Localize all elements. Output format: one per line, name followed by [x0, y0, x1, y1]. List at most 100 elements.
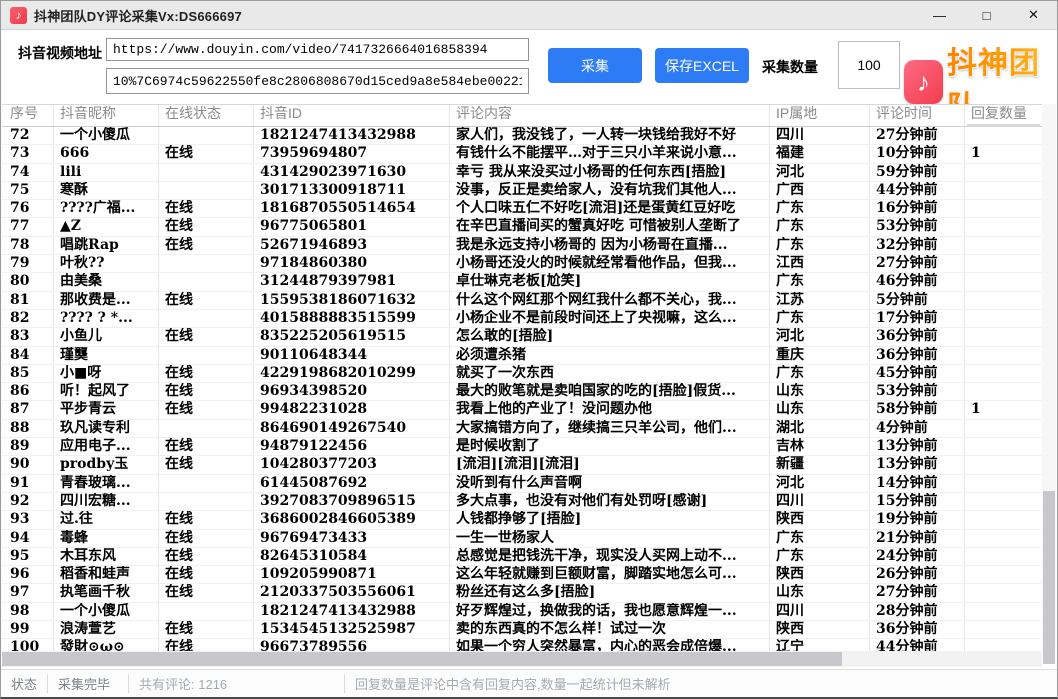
column-header-comment-time[interactable]: 评论时间: [870, 105, 965, 126]
save-excel-button[interactable]: 保存EXCEL: [655, 48, 749, 83]
vertical-scrollbar[interactable]: [1042, 104, 1056, 651]
table-row[interactable]: 73666在线73959694807有钱什么不能摆平…对于三只小羊来说小意...…: [2, 145, 1042, 163]
cell-comment-time: 17分钟前: [870, 310, 965, 327]
cell-index: 83: [2, 328, 54, 345]
cell-online-status: 在线: [159, 511, 254, 528]
cell-reply-count: [965, 603, 1042, 620]
cell-online-status: [159, 164, 254, 181]
cell-reply-count: [965, 511, 1042, 528]
cell-douyin-id: 431429023971630: [254, 164, 450, 181]
cell-comment: 幸亏 我从来没买过小杨哥的任何东西[捂脸]: [450, 164, 770, 181]
cell-index: 78: [2, 237, 54, 254]
cell-online-status: 在线: [159, 145, 254, 162]
cell-index: 97: [2, 584, 54, 601]
minimize-button[interactable]: —: [916, 1, 963, 29]
table-row[interactable]: 100發財⊙ω⊙在线96673789556如果一个穷人突然暴富，内心的恶会成倍爆…: [2, 639, 1042, 651]
cell-comment-time: 10分钟前: [870, 145, 965, 162]
column-header-index[interactable]: 序号: [2, 105, 54, 126]
video-url-label: 抖音视频地址: [18, 43, 102, 63]
horizontal-scrollbar-thumb[interactable]: [2, 652, 842, 666]
cell-nickname: 稻香和蛙声: [54, 566, 159, 583]
table-row[interactable]: 82???? ? *...4015888883515599小杨企业不是前段时间还…: [2, 310, 1042, 328]
table-row[interactable]: 87平步青云在线99482231028我看上他的产业了！没问题办他山东58分钟前…: [2, 401, 1042, 419]
cell-ip-location: 广东: [770, 200, 870, 217]
video-url-input[interactable]: [106, 38, 529, 61]
table-row[interactable]: 95木耳东风在线82645310584总感觉是把钱洗干净，现实没人买网上动不..…: [2, 548, 1042, 566]
cell-comment-time: 13分钟前: [870, 456, 965, 473]
cell-douyin-id: 73959694807: [254, 145, 450, 162]
cell-online-status: [159, 475, 254, 492]
cell-online-status: 在线: [159, 383, 254, 400]
cell-ip-location: 广东: [770, 548, 870, 565]
cell-comment: 卓仕琳克老板[尬笑]: [450, 273, 770, 290]
horizontal-scrollbar[interactable]: [2, 651, 1042, 667]
cell-comment: 没听到有什么声音啊: [450, 475, 770, 492]
table-row[interactable]: 72一个小傻瓜1821247413432988家人们，我没钱了，一人转一块钱给我…: [2, 127, 1042, 145]
column-header-online-status[interactable]: 在线状态: [159, 105, 254, 126]
table-row[interactable]: 84瑾龑90110648344必须遭杀猪重庆36分钟前: [2, 347, 1042, 365]
table-row[interactable]: 86听！起风了在线96934398520最大的败笔就是卖咱国家的吃的[捂脸]假货…: [2, 383, 1042, 401]
cell-nickname: 一个小傻瓜: [54, 127, 159, 144]
app-window: ♪ 抖神团队DY评论采集Vx:DS666697 — □ ✕ 抖音视频地址 采集 …: [0, 0, 1058, 699]
cell-douyin-id: 52671946893: [254, 237, 450, 254]
cell-index: 99: [2, 621, 54, 638]
cell-reply-count: [965, 493, 1042, 510]
table-row[interactable]: 99浪涛萱艺在线1534545132525987卖的东西真的不怎么样！试过一次陕…: [2, 621, 1042, 639]
table-row[interactable]: 98一个小傻瓜1821247413432988好歹辉煌过，换做我的话，我也愿意辉…: [2, 603, 1042, 621]
vertical-scrollbar-thumb[interactable]: [1043, 491, 1055, 664]
table-row[interactable]: 83小鱼儿在线835225205619515怎么敢的[捂脸]河北36分钟前: [2, 328, 1042, 346]
table-row[interactable]: 94毒蜂在线96769473433一生一世杨家人广东21分钟前: [2, 530, 1042, 548]
table-row[interactable]: 89应用电子...在线94879122456是时候收割了吉林13分钟前: [2, 438, 1042, 456]
table-row[interactable]: 90prodby玉在线104280377203[流泪][流泪][流泪]新疆13分…: [2, 456, 1042, 474]
table-row[interactable]: 97执笔画千秋在线2120337503556061粉丝还有这么多[捂脸]山东27…: [2, 584, 1042, 602]
table-row[interactable]: 80由美桑31244879397981卓仕琳克老板[尬笑]广东46分钟前: [2, 273, 1042, 291]
cell-ip-location: 重庆: [770, 347, 870, 364]
cell-douyin-id: 61445087692: [254, 475, 450, 492]
table-row[interactable]: 85小■呀在线4229198682010299就买了一次东西广东45分钟前: [2, 365, 1042, 383]
cell-nickname: 浪涛萱艺: [54, 621, 159, 638]
cell-ip-location: 新疆: [770, 456, 870, 473]
cell-nickname: 过.往: [54, 511, 159, 528]
column-header-douyin-id[interactable]: 抖音ID: [254, 105, 450, 126]
column-header-nickname[interactable]: 抖音昵称: [54, 105, 159, 126]
cell-online-status: [159, 310, 254, 327]
table-row[interactable]: 91青春玻璃...61445087692没听到有什么声音啊河北14分钟前: [2, 475, 1042, 493]
cell-comment: 小杨企业不是前段时间还上了央视嘛，这么...: [450, 310, 770, 327]
table-row[interactable]: 79叶秋??97184860380小杨哥还没火的时候就经常看他作品，但我...江…: [2, 255, 1042, 273]
cell-nickname: 听！起风了: [54, 383, 159, 400]
column-header-comment[interactable]: 评论内容: [450, 105, 770, 126]
cell-index: 98: [2, 603, 54, 620]
table-row[interactable]: 93过.往在线3686002846605389人钱都挣够了[捂脸]陕西19分钟前: [2, 511, 1042, 529]
cell-comment: 粉丝还有这么多[捂脸]: [450, 584, 770, 601]
table-row[interactable]: 96稻香和蛙声在线109205990871这么年轻就赚到巨额财富，脚踏实地怎么可…: [2, 566, 1042, 584]
column-header-reply-count[interactable]: 回复数量: [965, 105, 1042, 126]
table-row[interactable]: 88玖凡读专利864690149267540大家搞错方向了，继续搞三只羊公司，他…: [2, 420, 1042, 438]
table-row[interactable]: 92四川宏糖...3927083709896515多大点事，也没有对他们有处罚呀…: [2, 493, 1042, 511]
close-button[interactable]: ✕: [1010, 1, 1057, 29]
cell-douyin-id: 94879122456: [254, 438, 450, 455]
table-row[interactable]: 76????广福...在线1816870550514654个人口味五仁不好吃[流…: [2, 200, 1042, 218]
table-row[interactable]: 74lili431429023971630幸亏 我从来没买过小杨哥的任何东西[捂…: [2, 164, 1042, 182]
cell-comment: 在辛巴直播间买的蟹真好吃 可惜被别人垄断了: [450, 218, 770, 235]
table-row[interactable]: 75寒酥301713300918711没事，反正是卖给家人，没有坑我们其他人..…: [2, 182, 1042, 200]
table-row[interactable]: 81那收费是...在线1559538186071632什么这个网红那个网红我什么…: [2, 292, 1042, 310]
cell-nickname: prodby玉: [54, 456, 159, 473]
table-row[interactable]: 78唱跳Rap在线52671946893我是永远支持小杨哥的 因为小杨哥在直播.…: [2, 237, 1042, 255]
cell-comment: 个人口味五仁不好吃[流泪]还是蛋黄红豆好吃: [450, 200, 770, 217]
cell-comment-time: 36分钟前: [870, 347, 965, 364]
cell-ip-location: 山东: [770, 401, 870, 418]
cell-comment-time: 53分钟前: [870, 218, 965, 235]
titlebar: ♪ 抖神团队DY评论采集Vx:DS666697 — □ ✕: [1, 1, 1057, 30]
cell-nickname: 寒酥: [54, 182, 159, 199]
column-header-ip-location[interactable]: IP属地: [770, 105, 870, 126]
cookie-token-input[interactable]: [106, 68, 529, 94]
collect-button[interactable]: 采集: [548, 48, 642, 83]
cell-ip-location: 福建: [770, 145, 870, 162]
cell-comment: 是时候收割了: [450, 438, 770, 455]
table-row[interactable]: 77▲Z在线96775065801在辛巴直播间买的蟹真好吃 可惜被别人垄断了广东…: [2, 218, 1042, 236]
collect-count-input[interactable]: [838, 41, 900, 89]
cell-index: 82: [2, 310, 54, 327]
cell-ip-location: 陕西: [770, 621, 870, 638]
cell-reply-count: [965, 200, 1042, 217]
maximize-button[interactable]: □: [963, 1, 1010, 29]
